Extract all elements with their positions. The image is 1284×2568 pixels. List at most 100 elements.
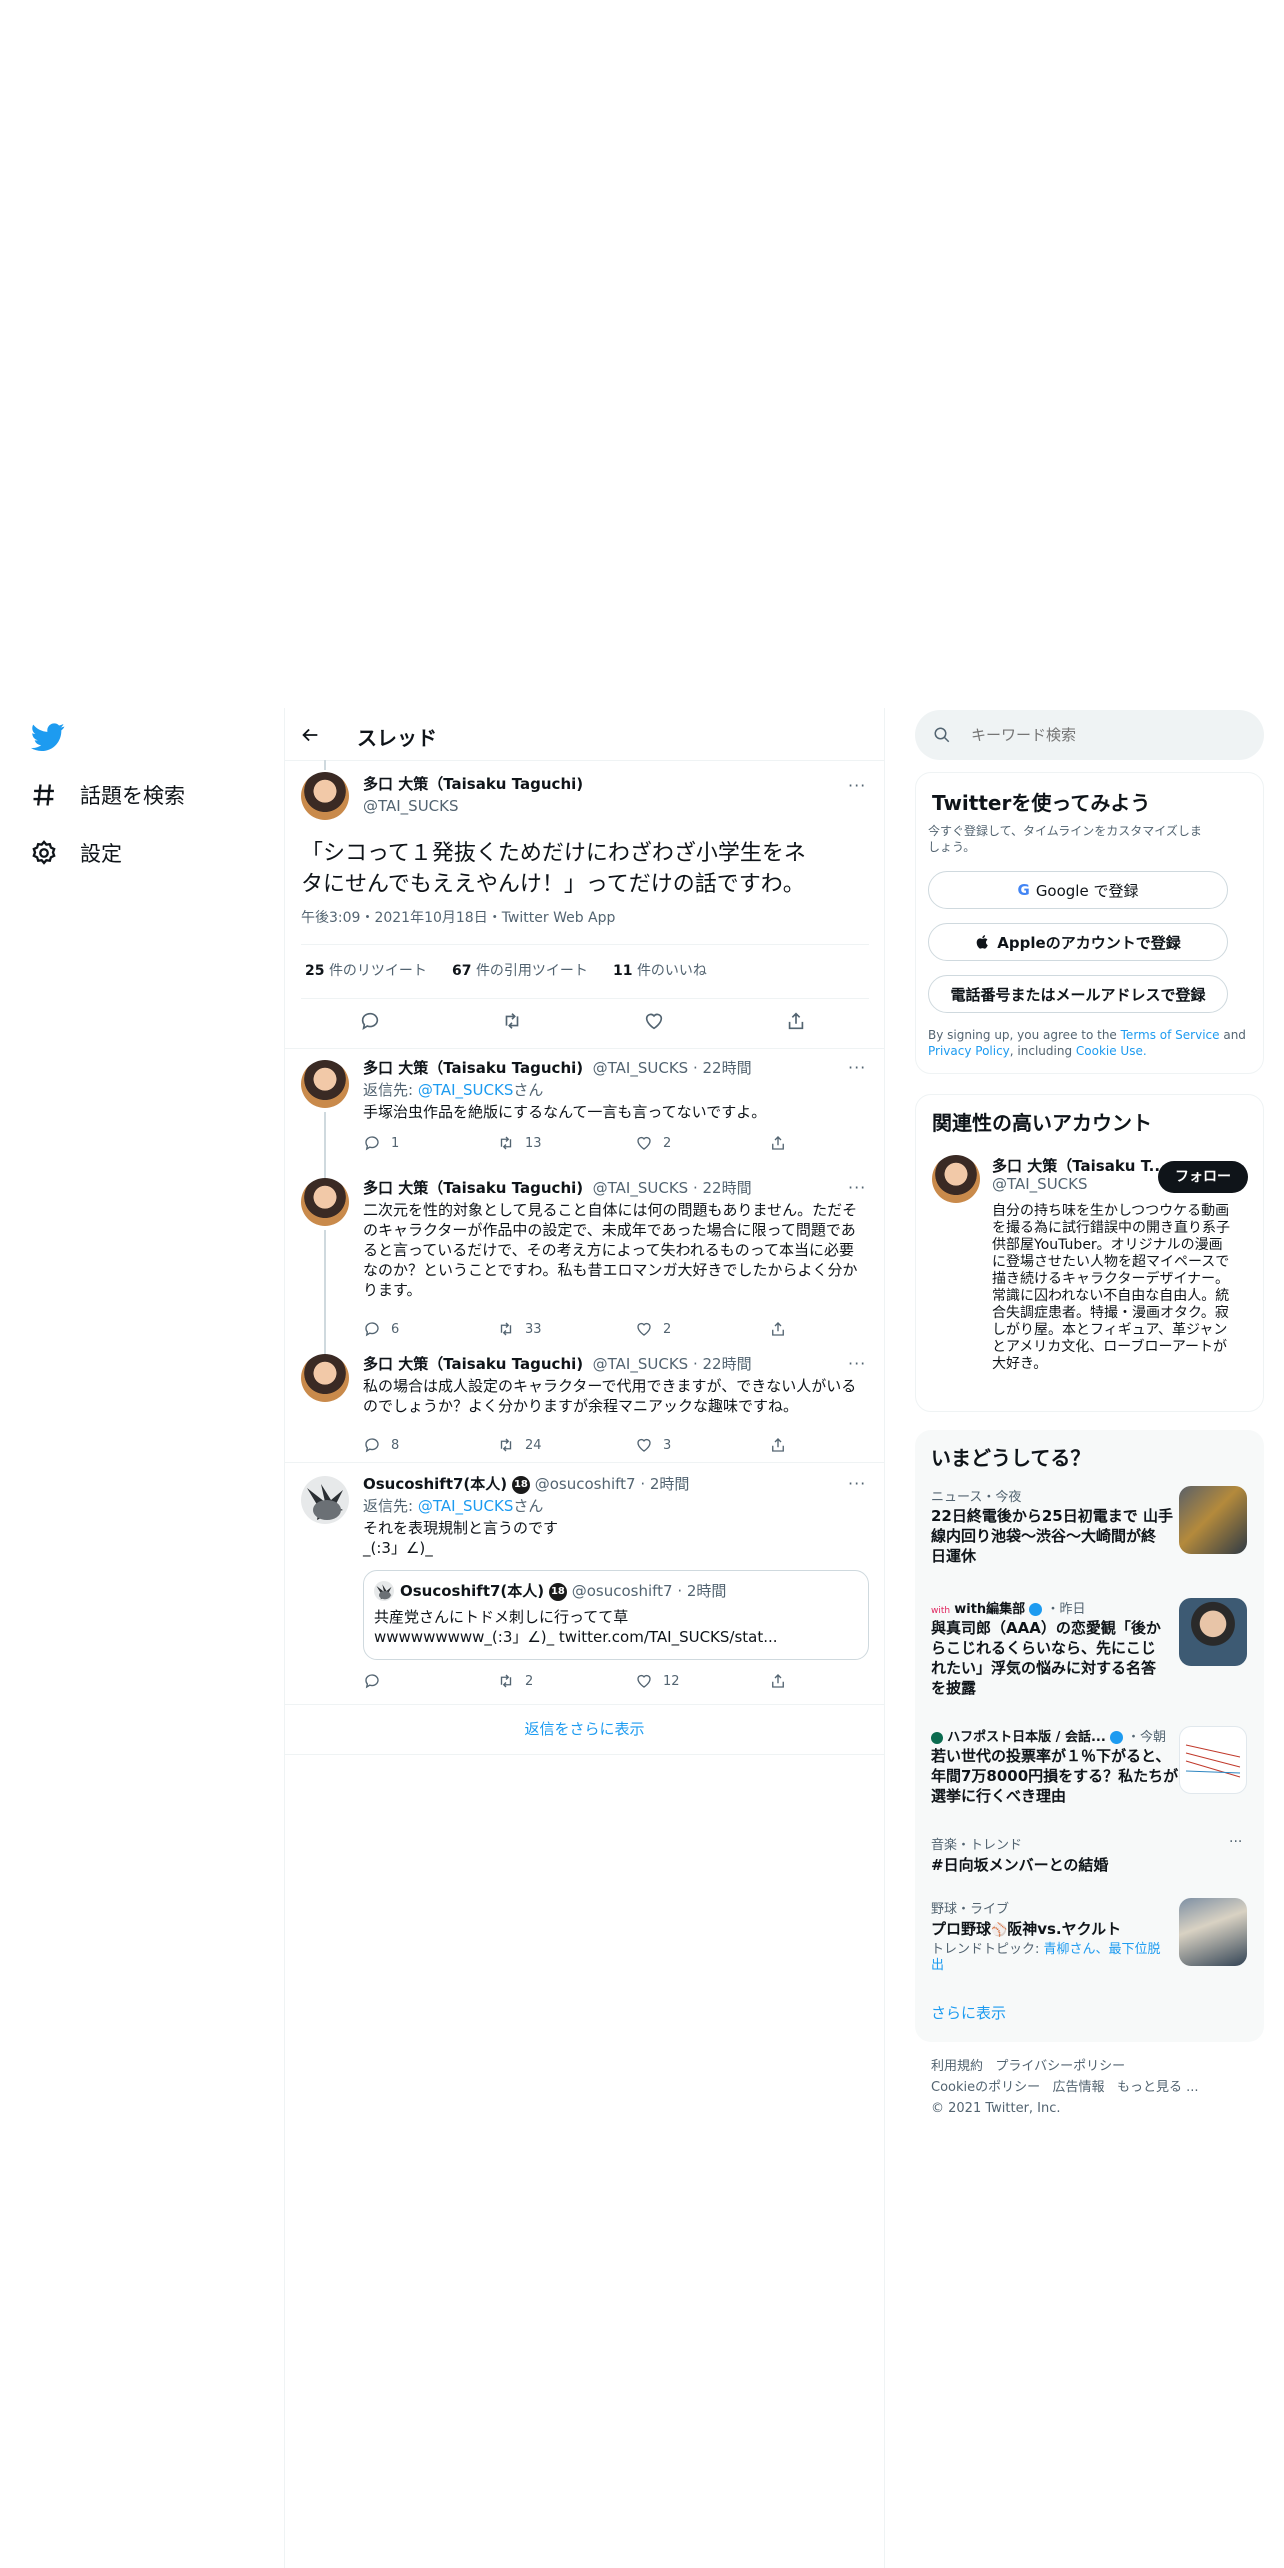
more-options-icon[interactable]: ··· [1229, 1834, 1242, 1850]
quote-text: 共産党さんにトドメ刺しに行ってて草 [374, 1608, 629, 1626]
retweet-button[interactable]: 13 [497, 1134, 542, 1152]
trend-item[interactable]: ハフポスト日本版 / 会話... ・今朝 若い世代の投票率が１％下がると、 年間7… [915, 1726, 1264, 1818]
thread-column: スレッド 多口 大策（Taisaku Taguchi) @TAI_SUCKS ·… [284, 708, 885, 2568]
like-button[interactable]: 3 [635, 1436, 671, 1454]
share-icon [772, 1136, 784, 1150]
reply-header[interactable]: 多口 大策（Taisaku Taguchi) @TAI_SUCKS · 22時間 [363, 1354, 752, 1374]
page-title: スレッド [357, 726, 437, 750]
search-input[interactable] [969, 722, 1249, 748]
more-options-icon[interactable]: ··· [848, 1474, 866, 1493]
more-options-icon[interactable]: ··· [848, 1354, 866, 1373]
share-button[interactable] [769, 1672, 787, 1690]
footer-terms-link[interactable]: 利用規約 [931, 2059, 983, 2074]
terms-link[interactable]: Terms of Service [1121, 1028, 1220, 1042]
footer-privacy-link[interactable]: プライバシーポリシー [995, 2059, 1125, 2074]
like-icon [637, 1136, 651, 1150]
retweet-icon [500, 1674, 512, 1688]
footer-ads-link[interactable]: 広告情報 [1053, 2080, 1105, 2095]
trend-item[interactable]: 野球・ライブ プロ野球⚾阪神vs.ヤクルト トレンドトピック: 青柳さん、最下位… [915, 1898, 1264, 1988]
google-signup-button[interactable]: G Google で登録 [928, 871, 1228, 909]
signup-subtitle: 今すぐ登録して、タイムラインをカスタマイズしま しょう。 [928, 824, 1202, 854]
reply-icon [365, 1674, 379, 1689]
share-button[interactable] [769, 1436, 787, 1454]
retweets-stat[interactable]: 25 件のリツイート [305, 961, 427, 981]
quoted-tweet[interactable]: Osucoshift7(本人) 18 @osucoshift7 · 2時間 共産… [363, 1570, 869, 1660]
avatar[interactable] [301, 1476, 349, 1524]
phone-email-signup-button[interactable]: 電話番号またはメールアドレスで登録 [928, 975, 1228, 1013]
reply-icon[interactable] [359, 1010, 381, 1036]
reply-to-link[interactable]: @TAI_SUCKS [418, 1081, 514, 1099]
follow-button[interactable]: フォロー [1158, 1161, 1248, 1193]
trends-show-more-link[interactable]: さらに表示 [931, 2002, 1006, 2023]
quote-header: Osucoshift7(本人) 18 @osucoshift7 · 2時間 [400, 1582, 727, 1601]
likes-stat[interactable]: 11 件のいいね [613, 961, 707, 981]
verified-icon [1029, 1603, 1043, 1616]
trend-item[interactable]: with with編集部 ・昨日 與真司郎（AAA）の恋愛観「後か らこじれるくら… [915, 1598, 1264, 1710]
like-button[interactable]: 12 [635, 1672, 680, 1690]
nav-explore[interactable]: 話題を検索 [30, 780, 185, 810]
footer-more-link[interactable]: もっと見る ... [1117, 2080, 1199, 2095]
reply-header[interactable]: 多口 大策（Taisaku Taguchi) @TAI_SUCKS · 22時間 [363, 1178, 752, 1198]
reply-button[interactable]: 1 [363, 1134, 399, 1152]
share-button[interactable] [769, 1320, 787, 1338]
nav-settings-label: 設定 [80, 842, 122, 866]
avatar[interactable] [301, 772, 349, 820]
reply-button[interactable] [363, 1672, 391, 1690]
related-title: 関連性の高いアカウント [932, 1111, 1152, 1135]
age-badge: 18 [548, 1582, 567, 1601]
hashtag-icon [33, 784, 54, 806]
quotes-stat[interactable]: 67 件の引用ツイート [452, 961, 588, 981]
show-more-replies-link[interactable]: 返信をさらに表示 [285, 1718, 884, 1739]
trend-item[interactable]: ニュース・今夜 22日終電後から25日初電まで 山手 線内回り池袋～渋谷～大崎間が… [915, 1486, 1264, 1586]
account-handle[interactable]: @TAI_SUCKS [992, 1175, 1088, 1193]
privacy-link[interactable]: Privacy Policy [928, 1044, 1010, 1058]
huffpost-icon [931, 1731, 943, 1744]
author-name[interactable]: 多口 大策（Taisaku Taguchi) [363, 774, 583, 794]
reply-to-link[interactable]: @TAI_SUCKS [418, 1497, 514, 1515]
reply-icon [365, 1438, 379, 1453]
trend-thumbnail [1179, 1898, 1247, 1966]
share-icon [772, 1674, 784, 1688]
gear-icon [32, 840, 56, 865]
trend-item[interactable]: 音楽・トレンド #日向坂メンバーとの結婚 ··· [915, 1834, 1264, 1882]
reply-button[interactable]: 6 [363, 1320, 399, 1338]
tweet-meta[interactable]: 午後3:09・2021年10月18日・Twitter Web App [301, 908, 615, 928]
back-arrow-icon[interactable] [299, 724, 321, 750]
trends-card: いまどうしてる？ ニュース・今夜 22日終電後から25日初電まで 山手 線内回り池… [915, 1430, 1264, 2042]
share-icon[interactable] [785, 1010, 807, 1036]
apple-signup-button[interactable]: Appleのアカウントで登録 [928, 923, 1228, 961]
share-button[interactable] [769, 1134, 787, 1152]
footer-cookie-link[interactable]: Cookieのポリシー [931, 2080, 1040, 2095]
more-options-icon[interactable]: ··· [848, 1058, 866, 1077]
signup-title: Twitterを使ってみよう [932, 791, 1151, 815]
account-bio: 自分の持ち味を生かしつつウケる動画 を撮る為に試行錯誤中の開き直り系子 供部屋Y… [992, 1203, 1230, 1372]
avatar[interactable] [301, 1354, 349, 1402]
trend-thumbnail [1179, 1598, 1247, 1666]
like-button[interactable]: 2 [635, 1320, 671, 1338]
twitter-logo-icon[interactable] [30, 720, 66, 754]
reply-icon [365, 1322, 379, 1337]
retweet-icon [500, 1136, 512, 1150]
search-box[interactable] [915, 710, 1264, 760]
like-icon[interactable] [643, 1010, 665, 1036]
signup-card: Twitterを使ってみよう 今すぐ登録して、タイムラインをカスタマイズしま しょ… [915, 772, 1264, 1074]
more-options-icon[interactable]: ··· [848, 1178, 866, 1197]
author-handle[interactable]: @TAI_SUCKS [363, 796, 459, 816]
account-name[interactable]: 多口 大策（Taisaku T... [992, 1155, 1166, 1176]
retweet-button[interactable]: 33 [497, 1320, 542, 1338]
retweet-icon[interactable] [501, 1010, 523, 1036]
reply-button[interactable]: 8 [363, 1436, 399, 1454]
avatar [374, 1581, 394, 1601]
avatar[interactable] [932, 1155, 980, 1203]
reply-header[interactable]: Osucoshift7(本人) 18 @osucoshift7 · 2時間 [363, 1474, 689, 1494]
nav-settings[interactable]: 設定 [30, 838, 122, 868]
like-button[interactable]: 2 [635, 1134, 671, 1152]
retweet-button[interactable]: 24 [497, 1436, 542, 1454]
like-icon [637, 1322, 651, 1336]
avatar[interactable] [301, 1060, 349, 1108]
reply-header[interactable]: 多口 大策（Taisaku Taguchi) @TAI_SUCKS · 22時間 [363, 1058, 752, 1078]
more-options-icon[interactable]: ··· [848, 776, 866, 795]
retweet-button[interactable]: 2 [497, 1672, 533, 1690]
avatar[interactable] [301, 1178, 349, 1226]
cookie-link[interactable]: Cookie Use. [1076, 1044, 1147, 1058]
